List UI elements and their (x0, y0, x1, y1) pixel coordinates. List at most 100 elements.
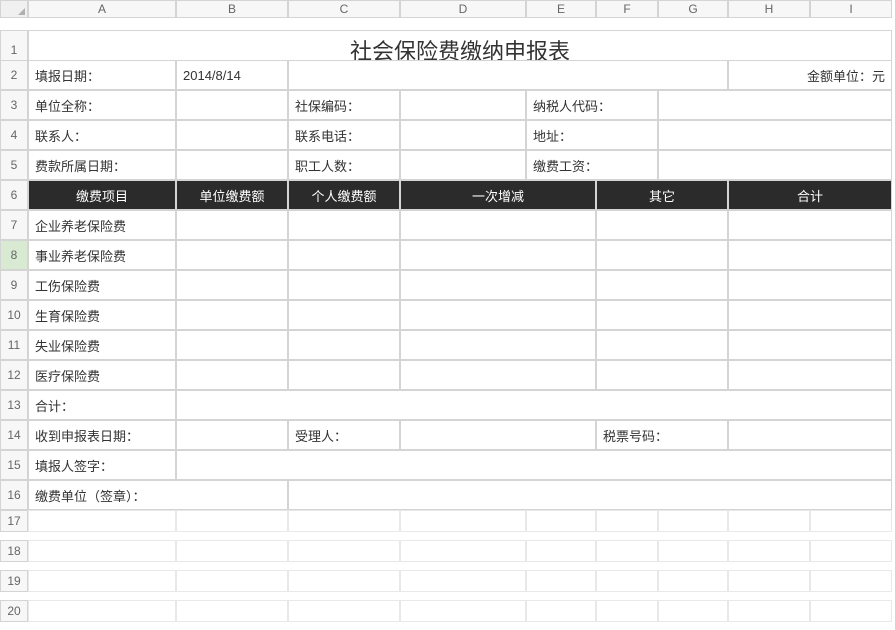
item-unitpay-3[interactable] (176, 300, 288, 330)
empty-cell-19-2[interactable] (288, 570, 400, 592)
item-unitpay-5[interactable] (176, 360, 288, 390)
row-header-16[interactable]: 16 (0, 480, 28, 510)
empty-cell-18-3[interactable] (400, 540, 526, 562)
empty-cell-19-4[interactable] (526, 570, 596, 592)
item-unitpay-2[interactable] (176, 270, 288, 300)
empty-cell-18-2[interactable] (288, 540, 400, 562)
empty-cell-17-7[interactable] (728, 510, 810, 532)
empty-cell-19-8[interactable] (810, 570, 892, 592)
col-header-F[interactable]: F (596, 0, 658, 18)
item-personalpay-2[interactable] (288, 270, 400, 300)
row-header-9[interactable]: 9 (0, 270, 28, 300)
item-oncechange-4[interactable] (400, 330, 596, 360)
company-name-value[interactable] (176, 90, 288, 120)
empty-cell-17-4[interactable] (526, 510, 596, 532)
item-oncechange-1[interactable] (400, 240, 596, 270)
row-header-12[interactable]: 12 (0, 360, 28, 390)
empty-cell-17-2[interactable] (288, 510, 400, 532)
contact-value[interactable] (176, 120, 288, 150)
empty-cell-20-8[interactable] (810, 600, 892, 622)
item-unitpay-0[interactable] (176, 210, 288, 240)
item-personalpay-0[interactable] (288, 210, 400, 240)
empty-cell-17-3[interactable] (400, 510, 526, 532)
row-header-11[interactable]: 11 (0, 330, 28, 360)
filler-sign-value[interactable] (176, 450, 892, 480)
item-total-5[interactable] (728, 360, 892, 390)
col-header-A[interactable]: A (28, 0, 176, 18)
tax-code-value[interactable] (658, 90, 892, 120)
empty-cell-17-1[interactable] (176, 510, 288, 532)
item-oncechange-3[interactable] (400, 300, 596, 330)
pay-salary-value[interactable] (658, 150, 892, 180)
company-seal-value[interactable] (288, 480, 892, 510)
social-code-value[interactable] (400, 90, 526, 120)
empty-cell-20-4[interactable] (526, 600, 596, 622)
row-header-4[interactable]: 4 (0, 120, 28, 150)
item-oncechange-0[interactable] (400, 210, 596, 240)
empty-cell-18-6[interactable] (658, 540, 728, 562)
empty-cell-18-4[interactable] (526, 540, 596, 562)
row-header-2[interactable]: 2 (0, 60, 28, 90)
item-personalpay-4[interactable] (288, 330, 400, 360)
item-other-5[interactable] (596, 360, 728, 390)
empty-cell-17-6[interactable] (658, 510, 728, 532)
empty-cell-18-8[interactable] (810, 540, 892, 562)
item-oncechange-5[interactable] (400, 360, 596, 390)
empty-cell-19-0[interactable] (28, 570, 176, 592)
row-header-20[interactable]: 20 (0, 600, 28, 622)
row-header-6[interactable]: 6 (0, 180, 28, 210)
empty-cell-20-6[interactable] (658, 600, 728, 622)
row-header-15[interactable]: 15 (0, 450, 28, 480)
item-personalpay-1[interactable] (288, 240, 400, 270)
empty-cell-19-7[interactable] (728, 570, 810, 592)
empty-cell-20-3[interactable] (400, 600, 526, 622)
row-header-8[interactable]: 8 (0, 240, 28, 270)
item-total-3[interactable] (728, 300, 892, 330)
empty-cell-19-3[interactable] (400, 570, 526, 592)
item-other-3[interactable] (596, 300, 728, 330)
item-other-4[interactable] (596, 330, 728, 360)
empty-cell-20-1[interactable] (176, 600, 288, 622)
item-personalpay-3[interactable] (288, 300, 400, 330)
empty-cell-20-5[interactable] (596, 600, 658, 622)
phone-value[interactable] (400, 120, 526, 150)
empty-cell-17-8[interactable] (810, 510, 892, 532)
empty-cell-17-0[interactable] (28, 510, 176, 532)
total-value[interactable] (176, 390, 892, 420)
col-header-H[interactable]: H (728, 0, 810, 18)
col-header-D[interactable]: D (400, 0, 526, 18)
item-total-0[interactable] (728, 210, 892, 240)
handler-value[interactable] (400, 420, 596, 450)
col-header-C[interactable]: C (288, 0, 400, 18)
receive-date-value[interactable] (176, 420, 288, 450)
row-header-7[interactable]: 7 (0, 210, 28, 240)
empty-cell-19-6[interactable] (658, 570, 728, 592)
row-header-10[interactable]: 10 (0, 300, 28, 330)
empty-cell-18-5[interactable] (596, 540, 658, 562)
fee-period-value[interactable] (176, 150, 288, 180)
empty-cell-18-1[interactable] (176, 540, 288, 562)
item-unitpay-1[interactable] (176, 240, 288, 270)
item-personalpay-5[interactable] (288, 360, 400, 390)
row-header-14[interactable]: 14 (0, 420, 28, 450)
item-other-1[interactable] (596, 240, 728, 270)
row-header-13[interactable]: 13 (0, 390, 28, 420)
item-unitpay-4[interactable] (176, 330, 288, 360)
tax-ticket-value[interactable] (728, 420, 892, 450)
empty-cell-20-7[interactable] (728, 600, 810, 622)
item-other-2[interactable] (596, 270, 728, 300)
item-total-1[interactable] (728, 240, 892, 270)
row-header-19[interactable]: 19 (0, 570, 28, 592)
empty-cell-19-5[interactable] (596, 570, 658, 592)
col-header-G[interactable]: G (658, 0, 728, 18)
row-header-18[interactable]: 18 (0, 540, 28, 562)
item-total-2[interactable] (728, 270, 892, 300)
empty-cell-20-2[interactable] (288, 600, 400, 622)
col-header-B[interactable]: B (176, 0, 288, 18)
col-header-I[interactable]: I (810, 0, 892, 18)
empty-cell-18-0[interactable] (28, 540, 176, 562)
select-all-corner[interactable] (0, 0, 28, 18)
item-oncechange-2[interactable] (400, 270, 596, 300)
empty-cell-20-0[interactable] (28, 600, 176, 622)
address-value[interactable] (658, 120, 892, 150)
